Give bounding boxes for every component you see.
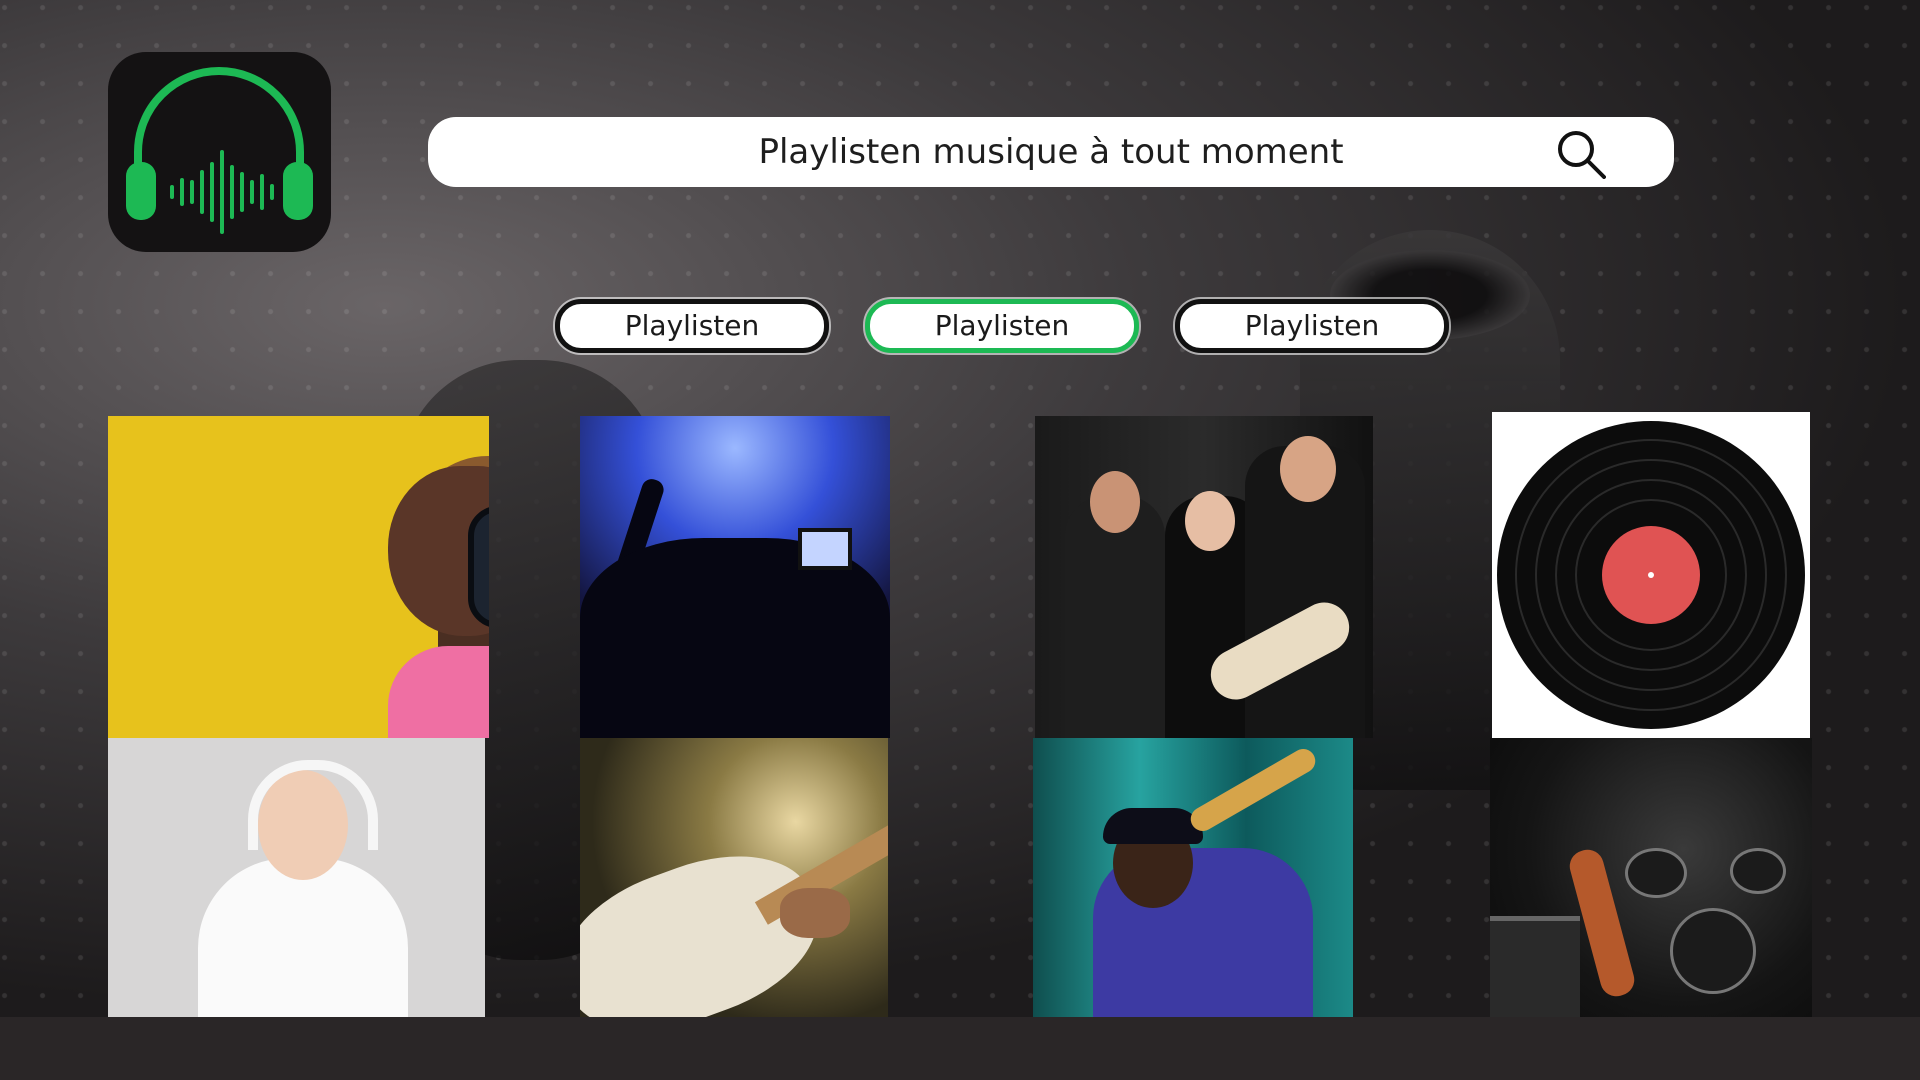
tab-playlisten-3[interactable]: Playlisten bbox=[1175, 299, 1449, 353]
playlist-tile-guitarist[interactable] bbox=[580, 738, 888, 1017]
app-logo[interactable] bbox=[108, 52, 331, 252]
tab-playlisten-1[interactable]: Playlisten bbox=[555, 299, 829, 353]
tab-playlisten-2[interactable]: Playlisten bbox=[865, 299, 1139, 353]
playlist-tile-vinyl-record[interactable] bbox=[1492, 412, 1810, 738]
footer-bar bbox=[0, 1017, 1920, 1080]
playlist-tile-dancing-woman[interactable] bbox=[108, 738, 485, 1017]
search-input[interactable]: Playlisten musique à tout moment bbox=[428, 117, 1674, 187]
vinyl-record-icon bbox=[1497, 421, 1805, 729]
search-bar[interactable]: Playlisten musique à tout moment bbox=[428, 117, 1674, 187]
playlist-tile-live-band[interactable] bbox=[1035, 416, 1373, 738]
playlist-tile-instruments[interactable] bbox=[1490, 738, 1812, 1017]
headphones-icon bbox=[126, 67, 313, 234]
playlist-tile-headphones-woman[interactable] bbox=[108, 416, 489, 738]
playlist-tile-saxophonist[interactable] bbox=[1033, 738, 1353, 1017]
search-icon[interactable] bbox=[1554, 127, 1606, 179]
playlist-tile-concert-crowd[interactable] bbox=[580, 416, 890, 738]
